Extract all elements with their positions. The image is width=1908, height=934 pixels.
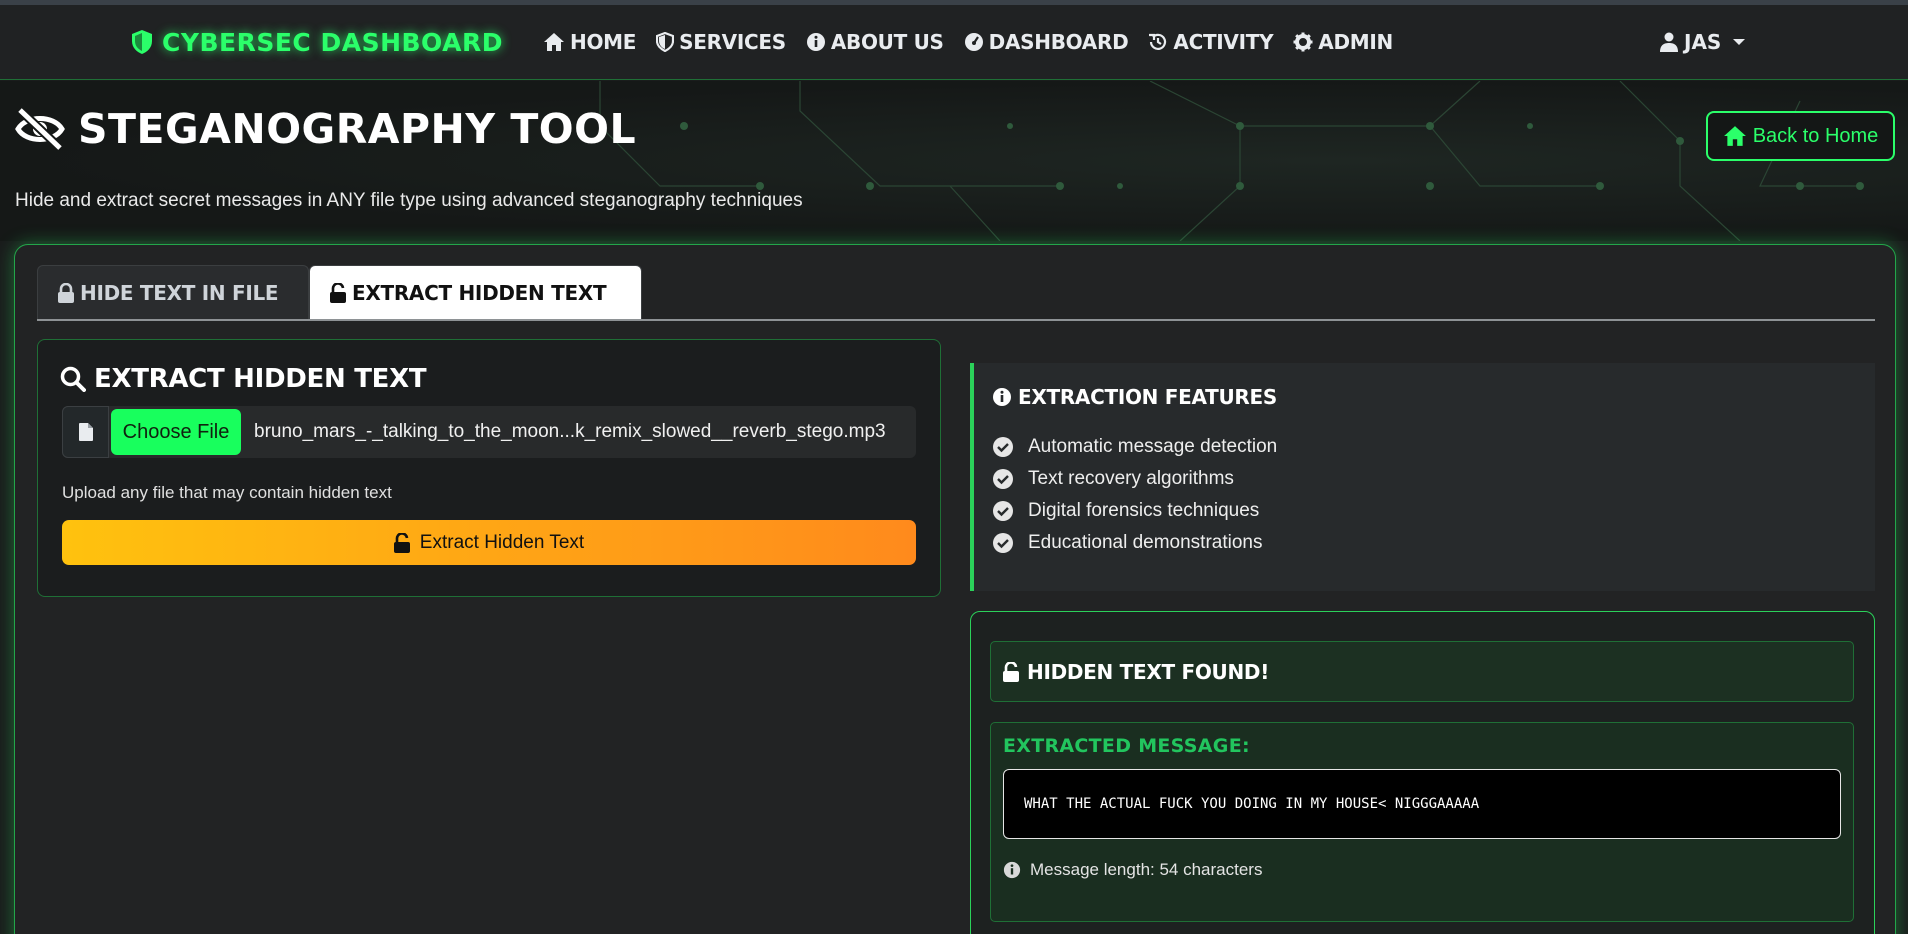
info-icon <box>806 33 825 51</box>
home-icon <box>1723 126 1746 146</box>
extraction-result: HIDDEN TEXT FOUND! EXTRACTED MESSAGE: WH… <box>970 611 1875 934</box>
brand-link[interactable]: CYBERSEC DASHBOARD <box>130 25 503 59</box>
nav-home[interactable]: HOME <box>543 30 636 54</box>
search-icon <box>60 366 86 392</box>
nav-services[interactable]: SERVICES <box>656 30 786 54</box>
message-length: Message length: 54 characters <box>1003 860 1262 880</box>
gear-icon <box>1293 32 1313 52</box>
tab-hide-text[interactable]: HIDE TEXT IN FILE <box>37 265 309 319</box>
nav-admin-label: ADMIN <box>1318 30 1393 54</box>
eye-slash-icon <box>15 107 65 151</box>
extract-panel-title: EXTRACT HIDDEN TEXT <box>60 364 427 394</box>
list-item: Digital forensics techniques <box>992 495 1277 527</box>
list-item: Automatic message detection <box>992 431 1277 463</box>
unlock-icon <box>330 282 346 303</box>
user-icon <box>1660 32 1678 52</box>
chevron-down-icon <box>1733 39 1746 45</box>
nav-activity-label: ACTIVITY <box>1173 30 1274 54</box>
lock-icon <box>58 282 74 303</box>
choose-file-button[interactable]: Choose File <box>111 409 241 455</box>
info-icon <box>993 388 1011 406</box>
tab-hide-text-label: HIDE TEXT IN FILE <box>80 280 279 305</box>
tab-extract-text-label: EXTRACT HIDDEN TEXT <box>352 280 607 305</box>
nav-services-label: SERVICES <box>679 30 786 54</box>
check-circle-icon <box>993 501 1013 521</box>
page-title-text: STEGANOGRAPHY TOOL <box>78 105 637 153</box>
check-circle-icon <box>993 437 1013 457</box>
feature-label: Digital forensics techniques <box>1028 500 1260 521</box>
tab-divider <box>37 319 1875 321</box>
feature-label: Educational demonstrations <box>1028 532 1263 553</box>
found-title: HIDDEN TEXT FOUND! <box>1027 659 1270 684</box>
extract-panel: EXTRACT HIDDEN TEXT Choose File bruno_ma… <box>37 339 941 597</box>
feature-label: Automatic message detection <box>1028 436 1278 457</box>
unlock-icon <box>393 532 410 553</box>
navbar: CYBERSEC DASHBOARD HOME SERVICES ABOUT U… <box>0 5 1908 80</box>
file-icon <box>78 423 93 441</box>
file-help-text: Upload any file that may contain hidden … <box>62 483 392 502</box>
page-title: STEGANOGRAPHY TOOL <box>14 105 636 153</box>
steganography-card: HIDE TEXT IN FILE EXTRACT HIDDEN TEXT EX… <box>14 244 1896 934</box>
extraction-features: EXTRACTION FEATURES Automatic message de… <box>970 363 1875 591</box>
hero-banner: STEGANOGRAPHY TOOL Hide and extract secr… <box>0 81 1908 241</box>
features-title-text: EXTRACTION FEATURES <box>1018 385 1277 409</box>
nav-dashboard-label: DASHBOARD <box>988 30 1129 54</box>
brand-label: CYBERSEC DASHBOARD <box>162 27 503 57</box>
extracted-message-box: EXTRACTED MESSAGE: WHAT THE ACTUAL FUCK … <box>990 722 1854 922</box>
nav-home-label: HOME <box>570 30 637 54</box>
extract-button-label: Extract Hidden Text <box>419 531 585 553</box>
features-title: EXTRACTION FEATURES <box>992 385 1277 409</box>
nav-admin[interactable]: ADMIN <box>1293 30 1393 54</box>
extracted-message-text[interactable]: WHAT THE ACTUAL FUCK YOU DOING IN MY HOU… <box>1003 769 1841 839</box>
hidden-text-found-alert: HIDDEN TEXT FOUND! <box>990 641 1854 702</box>
check-circle-icon <box>993 469 1013 489</box>
file-icon-addon <box>62 406 109 458</box>
nav-activity[interactable]: ACTIVITY <box>1148 30 1274 54</box>
nav-links: HOME SERVICES ABOUT US DASHBOARD ACTIVIT… <box>543 25 1393 59</box>
selected-file-name: bruno_mars_-_talking_to_the_moon...k_rem… <box>254 421 886 442</box>
nav-about[interactable]: ABOUT US <box>806 30 944 54</box>
gauge-icon <box>964 33 983 51</box>
list-item: Text recovery algorithms <box>992 463 1277 495</box>
unlock-icon <box>1003 661 1019 682</box>
info-icon <box>1003 861 1021 879</box>
extract-panel-title-text: EXTRACT HIDDEN TEXT <box>94 364 427 394</box>
page-subtitle: Hide and extract secret messages in ANY … <box>15 190 803 211</box>
tab-extract-text[interactable]: EXTRACT HIDDEN TEXT <box>309 265 642 319</box>
check-circle-icon <box>993 533 1013 553</box>
home-icon <box>544 33 564 51</box>
user-name: JAS <box>1684 30 1722 54</box>
shield-icon <box>132 30 152 54</box>
list-item: Educational demonstrations <box>992 527 1277 559</box>
feature-list: Automatic message detection Text recover… <box>992 431 1277 559</box>
back-to-home-label: Back to Home <box>1752 124 1879 147</box>
extract-hidden-text-button[interactable]: Extract Hidden Text <box>62 520 916 565</box>
nav-dashboard[interactable]: DASHBOARD <box>964 30 1129 54</box>
user-menu[interactable]: JAS <box>1660 25 1746 59</box>
back-to-home-button[interactable]: Back to Home <box>1706 111 1895 161</box>
history-icon <box>1149 33 1167 50</box>
shield-icon <box>656 32 675 52</box>
file-input[interactable]: Choose File bruno_mars_-_talking_to_the_… <box>62 406 916 458</box>
extracted-message-label: EXTRACTED MESSAGE: <box>1003 735 1250 757</box>
message-length-text: Message length: 54 characters <box>1030 860 1263 879</box>
tab-bar: HIDE TEXT IN FILE EXTRACT HIDDEN TEXT <box>37 265 642 319</box>
feature-label: Text recovery algorithms <box>1028 468 1234 489</box>
nav-about-label: ABOUT US <box>830 30 944 54</box>
